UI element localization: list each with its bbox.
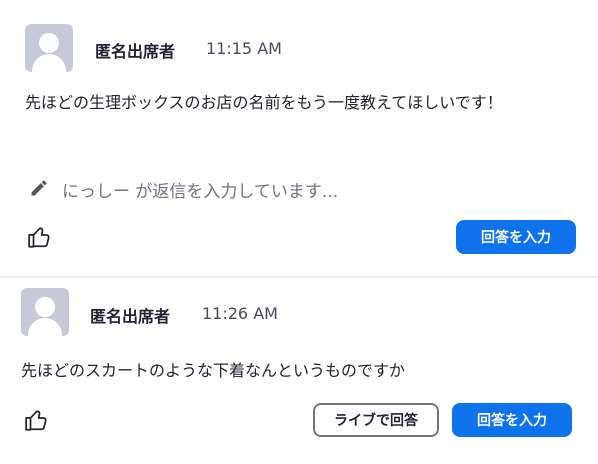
question-time: 11:15 AM: [206, 39, 282, 58]
question-text: 先ほどの生理ボックスのお店の名前をもう一度教えてほしいです！: [25, 93, 503, 112]
type-answer-button[interactable]: 回答を入力: [456, 220, 576, 254]
thumbs-up-icon[interactable]: [27, 224, 53, 250]
question-card: 匿名出席者 11:26 AM 先ほどのスカートのような下着なんというものですか …: [0, 278, 598, 464]
type-answer-button[interactable]: 回答を入力: [452, 403, 572, 437]
answer-live-button[interactable]: ライブで回答: [313, 403, 439, 437]
author-name: 匿名出席者: [95, 42, 176, 61]
question-card: 匿名出席者 11:15 AM 先ほどの生理ボックスのお店の名前をもう一度教えてほ…: [0, 0, 598, 276]
thumbs-up-icon[interactable]: [24, 407, 50, 433]
avatar: [25, 24, 73, 72]
typing-indicator: にっしー が返信を入力しています...: [62, 182, 339, 202]
question-text: 先ほどのスカートのような下着なんというものですか: [21, 361, 406, 380]
author-name: 匿名出席者: [90, 307, 171, 326]
avatar: [21, 288, 69, 336]
pencil-icon: [31, 180, 47, 196]
question-time: 11:26 AM: [202, 304, 278, 323]
